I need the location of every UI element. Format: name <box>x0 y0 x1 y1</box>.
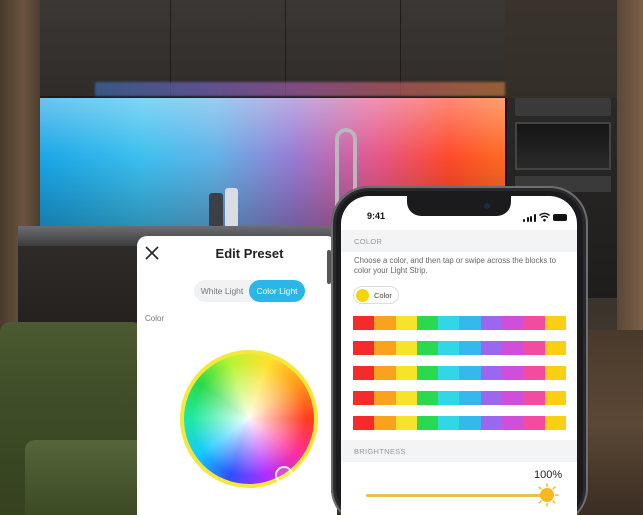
color-block-row <box>353 416 566 430</box>
battery-icon <box>553 214 567 221</box>
color-block[interactable] <box>459 391 481 405</box>
color-block[interactable] <box>459 416 481 430</box>
brightness-section-label: BRIGHTNESS <box>354 447 406 456</box>
tab-color-light[interactable]: Color Light <box>249 280 305 302</box>
phone-screen: 9:41 COLOR Choose a color, and then tap … <box>341 196 577 515</box>
color-block[interactable] <box>353 341 375 355</box>
color-block[interactable] <box>459 366 481 380</box>
color-block[interactable] <box>502 316 524 330</box>
color-block[interactable] <box>416 366 439 380</box>
color-block[interactable] <box>523 366 545 380</box>
color-block[interactable] <box>502 366 524 380</box>
color-block[interactable] <box>544 391 566 405</box>
color-block[interactable] <box>480 416 503 430</box>
color-block[interactable] <box>416 316 439 330</box>
color-block[interactable] <box>416 391 439 405</box>
selected-color-swatch <box>356 289 369 302</box>
color-section-label: COLOR <box>354 237 383 246</box>
brightness-slider-handle[interactable] <box>540 488 554 502</box>
color-block[interactable] <box>353 366 375 380</box>
color-block[interactable] <box>502 341 524 355</box>
signal-icon <box>523 214 537 222</box>
color-section-header: COLOR <box>341 230 577 252</box>
selected-color-label: Color <box>374 291 392 300</box>
color-block-row <box>353 366 566 380</box>
color-block[interactable] <box>544 341 566 355</box>
color-block[interactable] <box>353 416 375 430</box>
color-block[interactable] <box>438 416 460 430</box>
wifi-icon <box>539 212 550 222</box>
color-block-row <box>353 391 566 405</box>
color-block[interactable] <box>523 391 545 405</box>
light-mode-toggle: White Light Color Light <box>194 280 305 302</box>
color-block[interactable] <box>438 341 460 355</box>
color-block[interactable] <box>523 316 545 330</box>
tab-white-light[interactable]: White Light <box>194 280 250 302</box>
color-block-grid <box>353 316 566 441</box>
bottle-dark <box>209 193 223 226</box>
color-block[interactable] <box>459 341 481 355</box>
color-block[interactable] <box>480 366 503 380</box>
color-block[interactable] <box>416 416 439 430</box>
color-wheel-handle[interactable] <box>275 466 293 484</box>
bottle-light <box>225 188 238 226</box>
color-block[interactable] <box>353 391 375 405</box>
color-block[interactable] <box>438 391 460 405</box>
phone-notch <box>407 196 511 216</box>
brightness-slider[interactable] <box>366 494 546 497</box>
color-block[interactable] <box>353 316 375 330</box>
color-block-row <box>353 316 566 330</box>
color-block[interactable] <box>438 316 460 330</box>
color-block[interactable] <box>544 366 566 380</box>
camera-icon <box>484 203 490 209</box>
brightness-percent: 100% <box>534 469 563 481</box>
color-block[interactable] <box>502 391 524 405</box>
color-block[interactable] <box>395 316 417 330</box>
color-block[interactable] <box>374 391 396 405</box>
color-block[interactable] <box>459 316 481 330</box>
color-block[interactable] <box>502 416 524 430</box>
color-label: Color <box>145 314 165 323</box>
color-block[interactable] <box>544 416 566 430</box>
color-block[interactable] <box>438 366 460 380</box>
page-title: Edit Preset <box>215 246 284 261</box>
color-block[interactable] <box>395 366 417 380</box>
color-block[interactable] <box>395 391 417 405</box>
color-block[interactable] <box>374 416 396 430</box>
color-block[interactable] <box>480 391 503 405</box>
selected-color-chip[interactable]: Color <box>353 286 399 304</box>
brightness-section-header: BRIGHTNESS <box>341 440 577 462</box>
color-instructions: Choose a color, and then tap or swipe ac… <box>354 256 556 275</box>
edit-preset-panel: Edit Preset White Light Color Light Colo… <box>137 236 337 515</box>
color-block[interactable] <box>395 341 417 355</box>
color-block[interactable] <box>523 341 545 355</box>
color-block[interactable] <box>374 341 396 355</box>
color-wheel[interactable] <box>180 350 318 488</box>
color-block[interactable] <box>416 341 439 355</box>
color-block[interactable] <box>523 416 545 430</box>
color-block[interactable] <box>544 316 566 330</box>
phone-side-button <box>327 250 331 284</box>
color-block-row <box>353 341 566 355</box>
led-strip <box>95 82 505 96</box>
color-block[interactable] <box>395 416 417 430</box>
color-block[interactable] <box>374 366 396 380</box>
color-block[interactable] <box>374 316 396 330</box>
color-block[interactable] <box>480 316 503 330</box>
color-block[interactable] <box>480 341 503 355</box>
status-time: 9:41 <box>367 211 386 221</box>
